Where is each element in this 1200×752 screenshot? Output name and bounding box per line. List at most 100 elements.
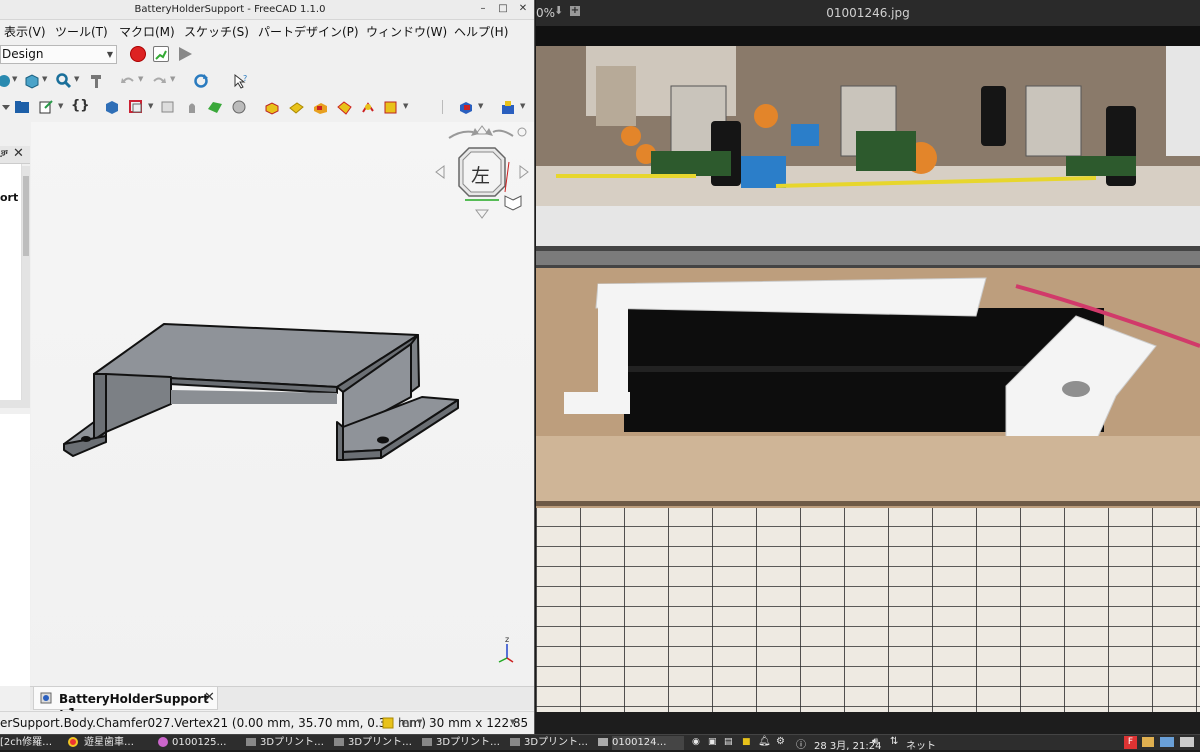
taskbar-item[interactable]: 3Dプリント… — [436, 736, 506, 750]
scrollbar-thumb[interactable] — [23, 176, 29, 256]
scrollbar-vertical[interactable] — [22, 166, 30, 402]
additive-primitive-icon[interactable] — [383, 99, 399, 115]
taskbar-item[interactable]: 3Dプリント… — [348, 736, 418, 750]
pad-icon[interactable] — [264, 99, 280, 115]
taskbar-item[interactable]: 3Dプリント… — [260, 736, 330, 750]
minimize-icon[interactable]: – — [476, 2, 490, 16]
photo-top-bar — [536, 26, 1200, 46]
chevron-down-icon[interactable]: ▼ — [148, 102, 153, 110]
tray-icon[interactable]: ■ — [742, 737, 751, 747]
additive-helix-icon[interactable] — [360, 99, 376, 115]
volume-icon[interactable]: 🔊︎ — [872, 736, 878, 747]
tree-item-body[interactable]: ort — [0, 191, 18, 204]
document-tab[interactable]: BatteryHolderSupport : 1 ✕ — [33, 687, 218, 720]
tray-icon[interactable]: ▣ — [708, 737, 717, 747]
window-list-icon[interactable] — [1180, 737, 1194, 747]
chevron-down-icon[interactable]: ▼ — [478, 102, 483, 110]
measure-icon[interactable] — [88, 73, 104, 89]
network-icon[interactable]: ⇅ — [890, 736, 898, 747]
small-cube-icon[interactable] — [504, 195, 522, 211]
fit-all-icon[interactable] — [0, 73, 12, 89]
maximize-icon[interactable]: □ — [496, 2, 510, 16]
chevron-down-icon[interactable] — [0, 99, 14, 115]
photo — [536, 46, 1200, 712]
menu-view[interactable]: 表示(V) — [4, 23, 46, 40]
update-icon[interactable]: ⓘ — [796, 736, 806, 751]
pocket-icon[interactable] — [458, 99, 474, 115]
bell-icon[interactable]: 🔔︎ — [758, 736, 771, 747]
chevron-down-icon[interactable]: ▼ — [403, 102, 408, 110]
chevron-down-icon[interactable]: ▼ — [417, 718, 422, 726]
network-tray-icon[interactable]: ⚙ — [776, 736, 785, 747]
menu-macro[interactable]: マクロ(M) — [119, 23, 175, 40]
undo-icon[interactable] — [120, 73, 136, 89]
macro-editor-icon[interactable] — [153, 46, 169, 62]
chevron-down-icon[interactable]: ▼ — [170, 75, 175, 83]
whats-this-icon[interactable]: ? — [233, 73, 249, 89]
revolution-icon[interactable] — [288, 99, 304, 115]
folder-icon[interactable] — [1142, 737, 1154, 747]
taskbar-item[interactable]: [2ch修羅… — [0, 736, 62, 750]
taskbar-item[interactable]: 3Dプリント… — [524, 736, 594, 750]
navcube-face-label: 左 — [471, 165, 490, 187]
record-macro-icon[interactable] — [130, 46, 146, 62]
clone-icon[interactable] — [184, 99, 200, 115]
battery-holder-part[interactable] — [63, 323, 459, 461]
menu-sketch[interactable]: スケッチ(S) — [184, 23, 249, 40]
viewer-header: 0% ⬇ + 01001246.jpg — [536, 0, 1200, 26]
scrollbar-horizontal[interactable] — [0, 400, 30, 408]
hole-icon[interactable] — [500, 99, 516, 115]
export-icon[interactable] — [38, 99, 54, 115]
chevron-down-icon[interactable]: ▼ — [74, 75, 79, 83]
desktop-icon[interactable] — [1160, 737, 1174, 747]
workbench-label: Design — [2, 47, 44, 61]
chevron-down-icon[interactable]: ▼ — [520, 102, 525, 110]
folder-icon — [246, 738, 256, 746]
additive-loft-icon[interactable] — [312, 99, 328, 115]
arrow-left-icon[interactable] — [435, 165, 445, 179]
navigation-cube[interactable]: 左 — [435, 125, 529, 219]
chevron-down-icon[interactable]: ▼ — [42, 75, 47, 83]
freecad-launcher-icon[interactable]: F — [1124, 736, 1137, 749]
taskbar-item-active[interactable]: 0100124… — [612, 736, 684, 750]
float-icon[interactable]: ቓ — [0, 147, 8, 161]
taskbar-item[interactable]: 0100125… — [172, 736, 244, 750]
shape-binder-icon[interactable] — [160, 99, 176, 115]
chevron-down-icon[interactable]: ▼ — [58, 102, 63, 110]
close-window-icon[interactable]: ✕ — [516, 2, 530, 16]
close-tab-icon[interactable]: ✕ — [204, 690, 215, 705]
arrow-down-icon[interactable] — [475, 209, 489, 219]
chevron-down-icon[interactable]: ▼ — [510, 718, 515, 726]
zoom-icon[interactable] — [56, 73, 72, 89]
close-panel-icon[interactable]: ✕ — [13, 146, 24, 161]
menu-tools[interactable]: ツール(T) — [55, 23, 108, 40]
workbench-selector[interactable]: Design ▼ — [0, 45, 117, 64]
chevron-down-icon[interactable]: ▼ — [138, 75, 143, 83]
window-title: BatteryHolderSupport - FreeCAD 1.1.0 — [134, 4, 326, 15]
sketch-icon[interactable] — [231, 99, 247, 115]
menu-window[interactable]: ウィンドウ(W) — [366, 23, 447, 40]
folder-icon[interactable] — [14, 99, 30, 115]
chevron-down-icon[interactable]: ▼ — [12, 75, 17, 83]
additive-pipe-icon[interactable] — [336, 99, 352, 115]
body-icon[interactable] — [104, 99, 120, 115]
arrow-right-icon[interactable] — [519, 165, 529, 179]
view-menu-icon[interactable] — [517, 127, 527, 137]
refresh-icon[interactable] — [193, 73, 209, 89]
view-cube-icon[interactable] — [24, 73, 40, 89]
taskbar-item[interactable]: 遊星歯車… — [84, 736, 152, 750]
sub-shape-binder-icon[interactable] — [207, 99, 223, 115]
viewer-filename: 01001246.jpg — [826, 6, 910, 20]
variable-set-icon[interactable]: {} — [71, 98, 90, 113]
tray-icon[interactable]: ▤ — [724, 737, 733, 747]
navigation-style-icon[interactable] — [382, 717, 394, 729]
menu-help[interactable]: ヘルプ(H) — [454, 23, 508, 40]
menu-partdesign[interactable]: パートデザイン(P) — [258, 23, 359, 40]
unit-schema[interactable]: len — [398, 716, 416, 730]
tray-icon[interactable]: ◉ — [692, 737, 700, 747]
combo-view-header: ቓ ✕ — [0, 146, 30, 164]
play-macro-icon[interactable] — [177, 46, 193, 62]
3d-view[interactable]: 左 z — [31, 122, 534, 686]
datum-icon[interactable] — [128, 99, 144, 115]
redo-icon[interactable] — [151, 73, 167, 89]
